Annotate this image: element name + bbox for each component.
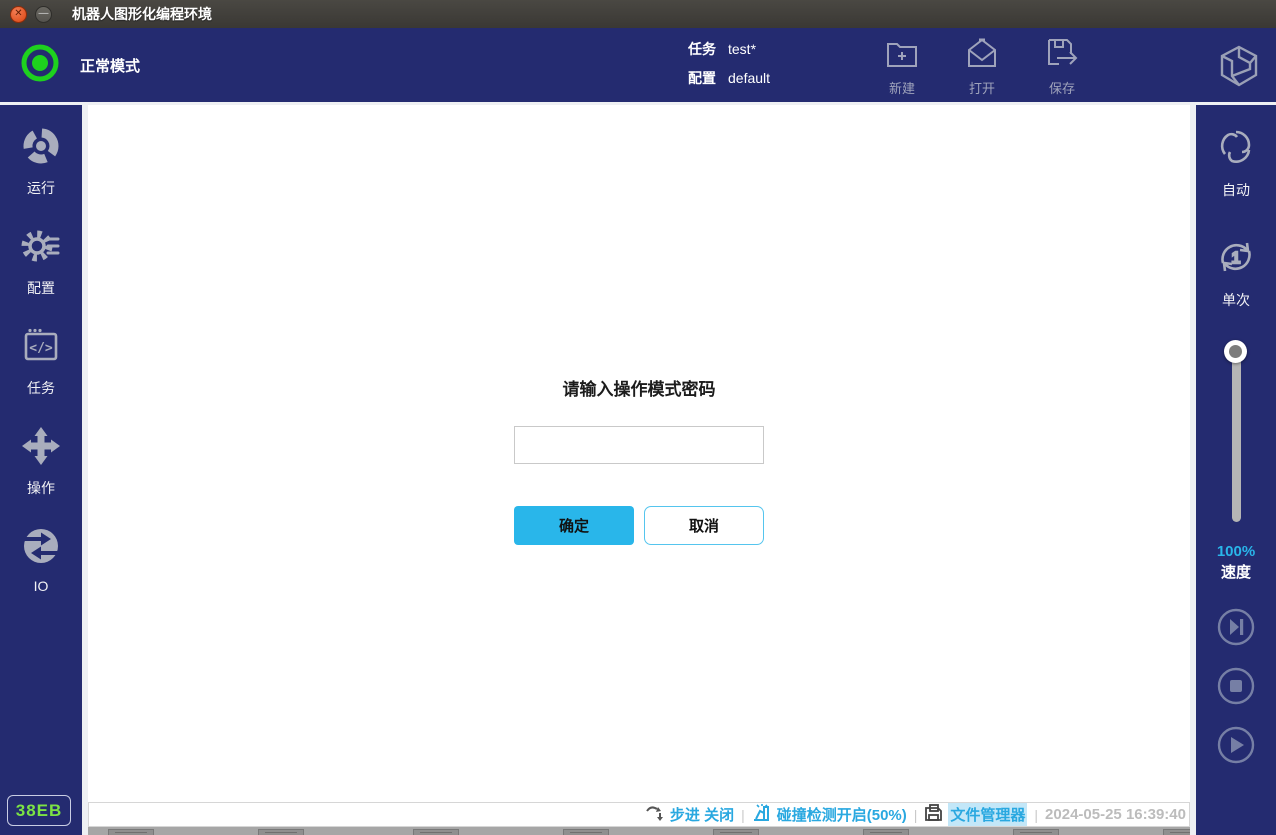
- sidebar-item-operate[interactable]: 操作: [0, 425, 82, 525]
- new-task-button[interactable]: 新建: [884, 36, 920, 97]
- cutoff-key: [1013, 829, 1059, 835]
- cutoff-key: [863, 829, 909, 835]
- right-sidebar: 自动 1 单次 100% 速度: [1196, 105, 1276, 835]
- stop-button[interactable]: [1217, 667, 1255, 710]
- play-button[interactable]: [1217, 726, 1255, 769]
- speed-label: 速度: [1221, 561, 1251, 582]
- sidebar-item-label: 操作: [27, 478, 55, 498]
- task-label: 任务: [688, 39, 716, 59]
- minimize-icon[interactable]: —: [35, 6, 52, 23]
- svg-text:</>: </>: [29, 341, 53, 356]
- save-task-button[interactable]: 保存: [1044, 36, 1080, 97]
- password-input[interactable]: [514, 426, 764, 464]
- password-panel: 请输入操作模式密码 确定 取消: [88, 105, 1190, 802]
- cancel-button[interactable]: 取消: [644, 506, 764, 545]
- password-prompt-title: 请输入操作模式密码: [563, 375, 716, 400]
- cutoff-key: [258, 829, 304, 835]
- run-icon: [20, 125, 62, 172]
- save-floppy-icon: [1044, 36, 1080, 75]
- config-value: default: [728, 70, 770, 86]
- code-window-icon: </>: [20, 325, 62, 372]
- sidebar-item-label: IO: [34, 578, 49, 594]
- task-row: 任务 test*: [688, 39, 770, 59]
- auto-mode-button[interactable]: 自动: [1213, 124, 1259, 200]
- separator: |: [741, 807, 745, 823]
- status-bar: 步进 关闭 | 碰撞检测开启(50%) |: [88, 802, 1190, 827]
- step-mode-label: 步进 关闭: [670, 804, 734, 825]
- collision-detect-label: 碰撞检测开启(50%): [777, 804, 907, 825]
- file-manager-button[interactable]: 文件管理器: [924, 803, 1027, 826]
- titlebar: ✕ — 机器人图形化编程环境: [0, 0, 1276, 28]
- status-code-badge[interactable]: 38EB: [7, 795, 71, 826]
- io-arrows-icon: [20, 525, 62, 572]
- sidebar-item-io[interactable]: IO: [0, 525, 82, 625]
- task-config-block: 任务 test* 配置 default: [688, 39, 770, 88]
- speed-slider-knob[interactable]: [1224, 340, 1247, 363]
- main-area: 请输入操作模式密码 确定 取消: [88, 105, 1190, 835]
- brand-logo-icon: [1216, 43, 1262, 94]
- single-cycle-icon: 1: [1213, 234, 1259, 285]
- cutoff-key: [413, 829, 459, 835]
- step-mode-status[interactable]: 步进 关闭: [645, 804, 734, 826]
- close-icon[interactable]: ✕: [10, 6, 27, 23]
- step-arrow-icon: [645, 804, 665, 826]
- separator: |: [914, 807, 918, 823]
- sidebar-item-label: 配置: [27, 278, 55, 298]
- task-value: test*: [728, 41, 756, 57]
- cutoff-key: [108, 829, 154, 835]
- config-row: 配置 default: [688, 68, 770, 88]
- collision-detect-status[interactable]: 碰撞检测开启(50%): [752, 803, 907, 827]
- open-envelope-icon: [964, 36, 1000, 75]
- sidebar-item-run[interactable]: 运行: [0, 125, 82, 225]
- mode-status: 正常模式: [20, 43, 140, 88]
- mode-label: 正常模式: [80, 55, 140, 76]
- config-label: 配置: [688, 68, 716, 88]
- move-arrows-icon: [20, 425, 62, 472]
- cutoff-keyboard-strip: [88, 827, 1190, 835]
- new-folder-icon: [884, 36, 920, 75]
- new-task-label: 新建: [889, 78, 915, 97]
- single-run-label: 单次: [1222, 290, 1250, 310]
- body: 运行 配置: [0, 102, 1276, 835]
- file-manager-disk-icon: [924, 803, 943, 826]
- window-title: 机器人图形化编程环境: [72, 4, 212, 24]
- sidebar-item-label: 任务: [27, 378, 55, 398]
- sidebar-item-config[interactable]: 配置: [0, 225, 82, 325]
- svg-text:1: 1: [1232, 250, 1241, 267]
- confirm-button[interactable]: 确定: [514, 506, 634, 545]
- open-task-label: 打开: [969, 78, 995, 97]
- cutoff-key: [713, 829, 759, 835]
- file-manager-label: 文件管理器: [948, 803, 1027, 826]
- top-navbar: 正常模式 任务 test* 配置 default 新建: [0, 28, 1276, 102]
- cutoff-key: [1163, 829, 1190, 835]
- open-task-button[interactable]: 打开: [964, 36, 1000, 97]
- step-to-end-button[interactable]: [1217, 608, 1255, 651]
- auto-swirl-icon: [1213, 124, 1259, 175]
- speed-slider[interactable]: [1224, 340, 1248, 530]
- dialog-buttons: 确定 取消: [514, 506, 764, 545]
- cutoff-key: [563, 829, 609, 835]
- status-indicator-icon: [20, 43, 60, 88]
- sidebar-item-label: 运行: [27, 178, 55, 198]
- gear-icon: [20, 225, 62, 272]
- sidebar-item-task[interactable]: </> 任务: [0, 325, 82, 425]
- single-run-button[interactable]: 1 单次: [1213, 234, 1259, 310]
- collision-robot-icon: [752, 803, 772, 827]
- left-sidebar: 运行 配置: [0, 105, 82, 835]
- speed-percent-value: 100%: [1217, 543, 1255, 560]
- auto-mode-label: 自动: [1222, 180, 1250, 200]
- navbar-actions: 新建 打开: [884, 36, 1080, 97]
- clock-timestamp: 2024-05-25 16:39:40: [1045, 806, 1186, 823]
- save-task-label: 保存: [1049, 78, 1075, 97]
- app-window: ✕ — 机器人图形化编程环境 正常模式 任务 test* 配置 default: [0, 0, 1276, 835]
- speed-slider-track[interactable]: [1232, 350, 1241, 522]
- separator: |: [1034, 807, 1038, 823]
